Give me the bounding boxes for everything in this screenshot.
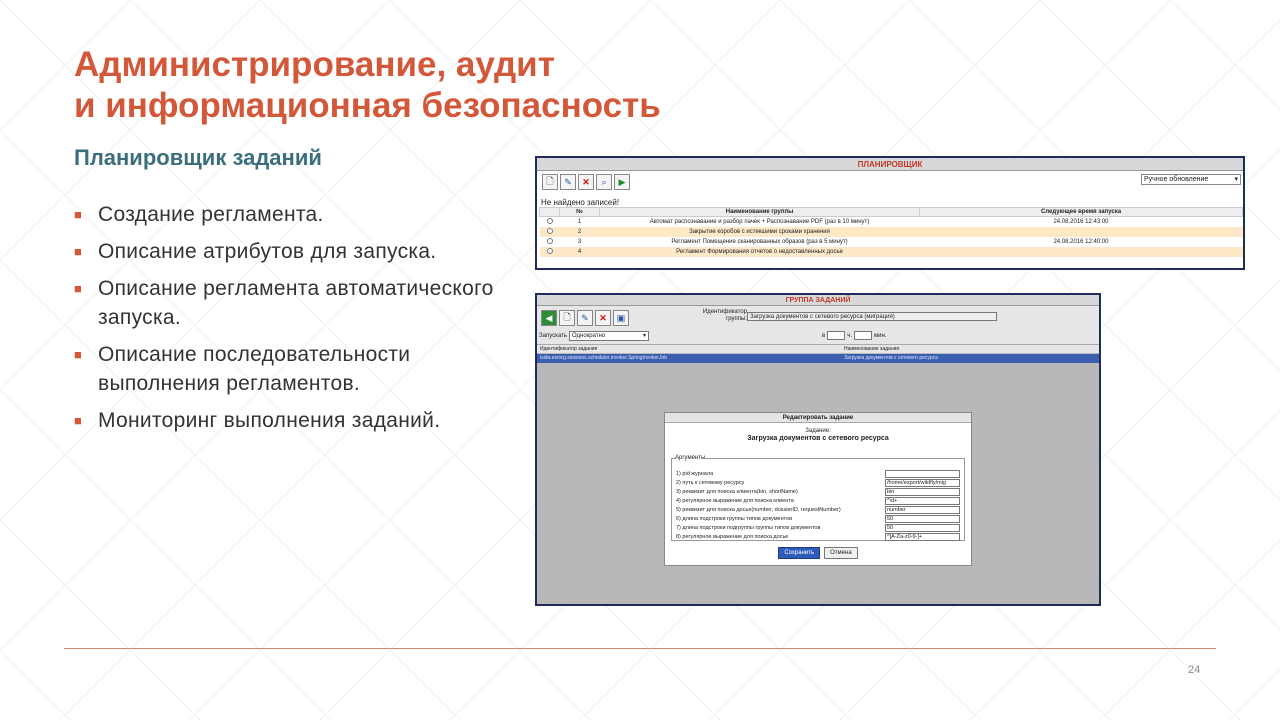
chevron-down-icon: ▾: [642, 333, 646, 339]
scheduler-window: ПЛАНИРОВЩИК 🗋 ✎ ✕ ⌕ ▶ Ручное обновление ▾…: [535, 156, 1245, 270]
bullet-item: ■ Описание последовательности выполнения …: [74, 340, 504, 398]
argument-row: 5) реквизит для поиска досье(number, dos…: [676, 505, 960, 514]
delete-icon[interactable]: ✕: [578, 174, 594, 190]
argument-row: 3) реквизит для поиска клиента(bin, shor…: [676, 487, 960, 496]
bullet-item: ■ Описание атрибутов для запуска.: [74, 237, 504, 266]
task-group-window: ГРУППА ЗАДАНИЙ ◀ 🗋 ✎ ✕ ▣ Идентификатор г…: [535, 293, 1101, 606]
bullet-mark-icon: ■: [74, 413, 83, 428]
edit-icon[interactable]: ✎: [560, 174, 576, 190]
new-document-icon[interactable]: 🗋: [559, 310, 575, 326]
edit-task-dialog: Редактировать задание Задание: Загрузка …: [664, 412, 972, 566]
bullet-list: ■ Создание регламента. ■ Описание атрибуто…: [74, 200, 504, 443]
table-row[interactable]: isida.esrorg.sessions.scheduler.invoker.…: [537, 354, 1099, 363]
chevron-down-icon: ▾: [1234, 176, 1238, 183]
run-icon[interactable]: ▶: [614, 174, 630, 190]
minute-select[interactable]: [853, 331, 872, 340]
refresh-mode-select[interactable]: Ручное обновление ▾: [1141, 174, 1241, 185]
slide-title: Администрирование, аудит и информационна…: [74, 44, 661, 126]
tasks-header: Идентификатор задания Наименование задан…: [537, 344, 1099, 353]
table-row[interactable]: 1 Автомат распознавание и разбор пачек +…: [540, 217, 1243, 227]
argument-row: 2) путь к сетевому ресурсу/home/export/w…: [676, 478, 960, 487]
save-button[interactable]: Сохранить: [778, 547, 821, 559]
argument-row: 6) длина подстроки группы типов документ…: [676, 514, 960, 523]
delete-icon[interactable]: ✕: [595, 310, 611, 326]
table-row[interactable]: 3 Регламент Помещение сканированных обра…: [540, 237, 1243, 247]
title-line-1: Администрирование, аудит: [74, 45, 555, 84]
scheduler-table: № Наименование группы Следующее время за…: [539, 207, 1243, 257]
row-radio[interactable]: [546, 217, 553, 224]
bullet-mark-icon: ■: [74, 207, 83, 222]
bullet-mark-icon: ■: [74, 347, 83, 362]
row-radio[interactable]: [546, 227, 553, 234]
scheduler-title: ПЛАНИРОВЩИК: [537, 158, 1243, 171]
group-toolbar: ◀ 🗋 ✎ ✕ ▣: [541, 310, 629, 326]
argument-row: 1) pid журнала: [676, 469, 960, 478]
title-line-2: и информационная безопасность: [74, 86, 661, 125]
argument-input[interactable]: ^[A-Za-z0-9-]+: [885, 532, 960, 541]
col-task-name: Наименование задания: [844, 346, 900, 352]
argument-row: 8) регулярное выражение для поиска досье…: [676, 532, 960, 541]
bullet-mark-icon: ■: [74, 244, 83, 259]
argument-input[interactable]: /home/export/wildfly/mig: [885, 478, 960, 487]
table-row[interactable]: 4 Регламент Формирования отчетов о недос…: [539, 246, 1243, 257]
row-radio[interactable]: [546, 237, 553, 244]
new-document-icon[interactable]: 🗋: [542, 174, 558, 190]
bullet-item: ■ Мониторинг выполнения заданий.: [74, 406, 504, 435]
argument-input[interactable]: 50: [885, 514, 960, 523]
page-number: 24: [1188, 664, 1201, 676]
run-label: Запускать: [539, 333, 567, 339]
run-mode-select[interactable]: Однократно ▾: [569, 331, 649, 341]
hour-select[interactable]: [827, 331, 846, 340]
col-group-name: Наименование группы: [599, 207, 920, 217]
bullet-item: ■ Описание регламента автоматического зап…: [74, 274, 504, 332]
argument-input[interactable]: ^\d+: [885, 496, 960, 505]
argument-input[interactable]: bin: [885, 487, 960, 496]
table-row[interactable]: 2 Закрытие коробов с истекшими сроками х…: [539, 226, 1243, 237]
save-icon[interactable]: ▣: [613, 310, 629, 326]
search-icon[interactable]: ⌕: [596, 174, 612, 190]
group-id-label: Идентификатор группы:: [702, 309, 747, 322]
bullet-mark-icon: ■: [74, 281, 83, 296]
bullet-item: ■ Создание регламента.: [74, 200, 504, 229]
edit-icon[interactable]: ✎: [577, 310, 593, 326]
argument-input[interactable]: number: [885, 505, 960, 514]
col-next-run: Следующее время запуска: [919, 207, 1243, 217]
argument-row: 4) регулярное выражение для поиска клиен…: [676, 496, 960, 505]
footer-divider: [64, 648, 1216, 649]
empty-message: Не найдено записей!: [541, 198, 620, 207]
run-time: в ч. мин.: [822, 331, 887, 340]
task-label: Задание:: [805, 428, 831, 434]
back-icon[interactable]: ◀: [541, 310, 557, 326]
argument-input[interactable]: [885, 469, 960, 478]
argument-input[interactable]: 50: [885, 523, 960, 532]
group-title: ГРУППА ЗАДАНИЙ: [537, 295, 1099, 306]
argument-row: 7) длина подстроки подгруппы группы типо…: [676, 523, 960, 532]
task-name: Загрузка документов с сетевого ресурса: [747, 435, 889, 442]
row-radio[interactable]: [546, 247, 553, 254]
slide-subtitle: Планировщик заданий: [74, 145, 322, 170]
scheduler-toolbar: 🗋 ✎ ✕ ⌕ ▶: [542, 174, 630, 190]
col-task-id: Идентификатор задания: [540, 346, 598, 352]
group-id-field[interactable]: Загрузка документов с сетевого ресурса (…: [747, 312, 997, 321]
col-num: №: [559, 207, 600, 217]
arguments-fieldset: Аргументы 1) pid журнала 2) путь к сетев…: [671, 455, 965, 541]
cancel-button[interactable]: Отмена: [824, 547, 858, 559]
dialog-title: Редактировать задание: [665, 413, 971, 423]
